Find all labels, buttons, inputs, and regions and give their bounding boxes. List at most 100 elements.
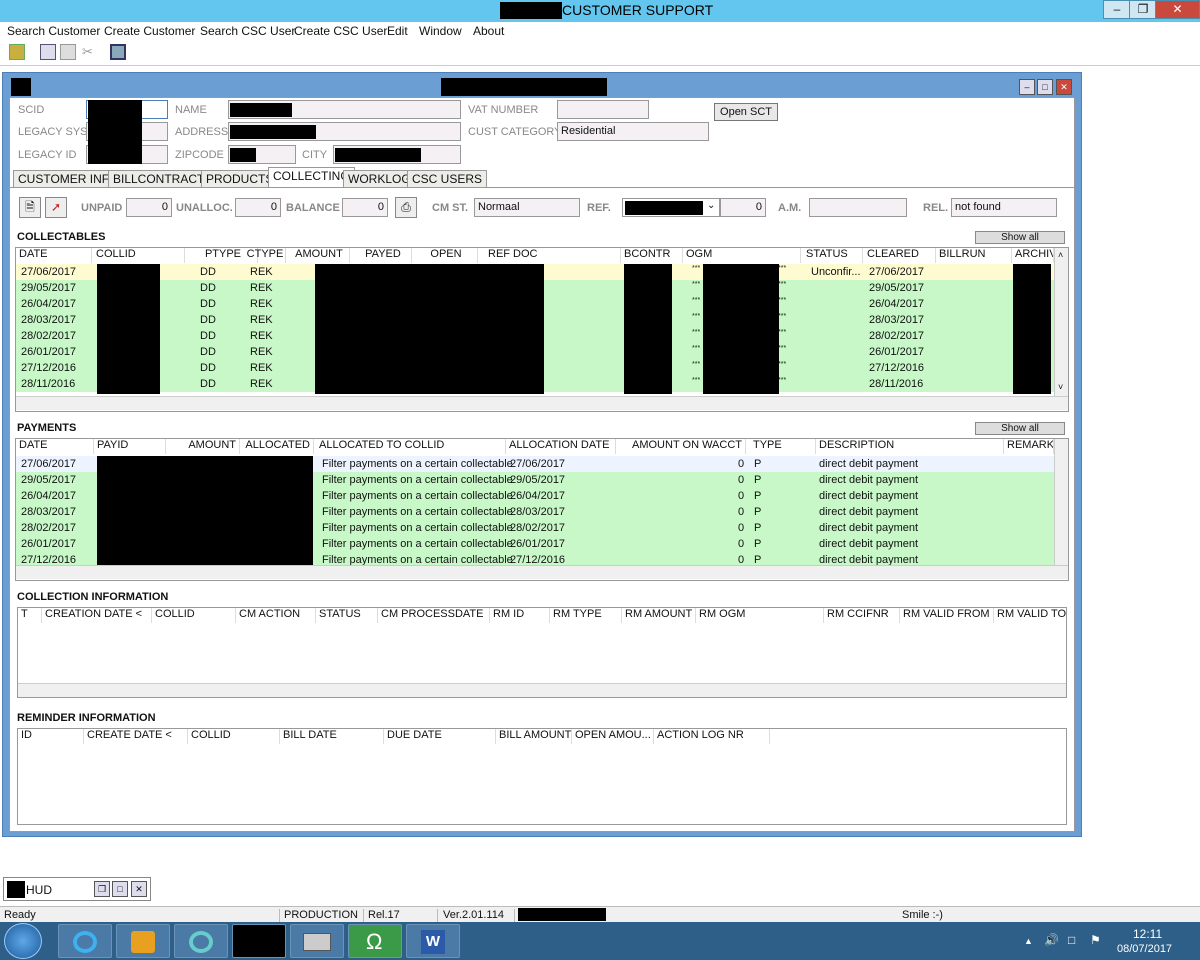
- column-header[interactable]: RM CCIFNR: [824, 608, 900, 623]
- column-header[interactable]: OPEN AMOU...: [572, 729, 654, 744]
- column-header[interactable]: CM PROCESSDATE: [378, 608, 490, 623]
- column-header[interactable]: RM AMOUNT: [622, 608, 696, 623]
- tray-arrow-icon[interactable]: ▲: [1024, 936, 1033, 946]
- scroll-down-icon[interactable]: ˅: [1058, 382, 1063, 392]
- column-header[interactable]: OGM: [683, 248, 801, 263]
- restore-button[interactable]: ❐: [1129, 0, 1157, 19]
- column-header[interactable]: CTYPE: [242, 248, 286, 263]
- column-header[interactable]: CREATION DATE <: [42, 608, 152, 623]
- column-header[interactable]: RM TYPE: [550, 608, 622, 623]
- tab-customer-info[interactable]: CUSTOMER INFO: [13, 170, 124, 188]
- child-maximize-button[interactable]: □: [1037, 79, 1053, 95]
- column-header[interactable]: RM OGM: [696, 608, 824, 623]
- ie-icon[interactable]: [58, 924, 112, 958]
- menu-create-csc-user[interactable]: Create CSC User: [294, 24, 387, 38]
- reminder-info-grid[interactable]: ID CREATE DATE < COLLID BILL DATE DUE DATE BI…: [17, 728, 1067, 825]
- child-minimize-button[interactable]: –: [1019, 79, 1035, 95]
- cut-icon[interactable]: ✂: [82, 44, 98, 60]
- tab-collecting[interactable]: COLLECTING: [268, 167, 355, 188]
- column-header[interactable]: DUE DATE: [384, 729, 496, 744]
- rel-field[interactable]: not found: [951, 198, 1057, 217]
- menu-create-customer[interactable]: Create Customer: [104, 24, 195, 38]
- tab-csc-users[interactable]: CSC USERS: [407, 170, 488, 188]
- column-header[interactable]: OPEN: [412, 248, 478, 263]
- close-button[interactable]: ✕: [1155, 0, 1200, 19]
- ie-remote-icon[interactable]: [174, 924, 228, 958]
- column-header[interactable]: RM ID: [490, 608, 550, 623]
- city-field[interactable]: [333, 145, 461, 164]
- outlook-icon[interactable]: [116, 924, 170, 958]
- cascade-icon[interactable]: [110, 44, 126, 60]
- column-header[interactable]: STATUS: [803, 248, 863, 263]
- column-header[interactable]: CM ACTION: [236, 608, 316, 623]
- unalloc-field[interactable]: 0: [235, 198, 281, 217]
- unpaid-field[interactable]: 0: [126, 198, 172, 217]
- column-header[interactable]: TYPE: [750, 439, 816, 454]
- print-icon[interactable]: ⎙: [395, 197, 417, 218]
- column-header[interactable]: AMOUNT: [166, 439, 240, 454]
- clock-time[interactable]: 12:11: [1133, 927, 1162, 941]
- tab-worklog[interactable]: WORKLOG: [343, 170, 416, 188]
- hud-restore-button[interactable]: ❐: [94, 881, 110, 897]
- column-header[interactable]: DATE: [16, 248, 92, 263]
- ref-select[interactable]: ⌄: [622, 198, 720, 217]
- tab-products[interactable]: PRODUCTS: [201, 170, 279, 188]
- column-header[interactable]: BILL DATE: [280, 729, 384, 744]
- column-header[interactable]: CLEARED: [864, 248, 936, 263]
- vertical-scrollbar[interactable]: [1054, 248, 1068, 396]
- vat-field[interactable]: [557, 100, 649, 119]
- horizontal-scrollbar[interactable]: [16, 565, 1068, 579]
- name-field[interactable]: [228, 100, 461, 119]
- menu-edit[interactable]: Edit: [387, 24, 408, 38]
- column-header[interactable]: PAYID: [94, 439, 166, 454]
- menu-about[interactable]: About: [473, 24, 504, 38]
- column-header[interactable]: DESCRIPTION: [816, 439, 1004, 454]
- column-header[interactable]: REF DOC: [485, 248, 621, 263]
- scroll-up-icon[interactable]: ˄: [1058, 250, 1063, 260]
- minimize-button[interactable]: –: [1103, 0, 1131, 19]
- column-header[interactable]: ALLOCATION DATE: [506, 439, 616, 454]
- column-header[interactable]: BILLRUN: [936, 248, 1012, 263]
- column-header[interactable]: ALLOCATED: [240, 439, 314, 454]
- column-header[interactable]: ALLOCATED TO COLLID: [316, 439, 506, 454]
- payments-show-all-button[interactable]: Show all: [975, 422, 1065, 435]
- collectables-show-all-button[interactable]: Show all: [975, 231, 1065, 244]
- column-header[interactable]: RM VALID FROM: [900, 608, 994, 623]
- network-icon[interactable]: □: [1068, 933, 1075, 947]
- column-header[interactable]: RM VALID TO: [994, 608, 1066, 623]
- pin-icon[interactable]: ➚: [45, 197, 67, 218]
- column-header[interactable]: DATE: [16, 439, 94, 454]
- remote-desktop-icon[interactable]: [290, 924, 344, 958]
- hud-window[interactable]: HUD ❐ □ ✕: [3, 877, 151, 901]
- zipcode-field[interactable]: [228, 145, 296, 164]
- column-header[interactable]: STATUS: [316, 608, 378, 623]
- column-header[interactable]: CREATE DATE <: [84, 729, 188, 744]
- payments-grid[interactable]: DATE PAYID AMOUNT ALLOCATED ALLOCATED TO COL…: [15, 438, 1069, 581]
- paste-icon[interactable]: [60, 44, 76, 60]
- horizontal-scrollbar[interactable]: [18, 683, 1066, 697]
- am-field[interactable]: [809, 198, 907, 217]
- omega-app-icon[interactable]: Ω: [348, 924, 402, 958]
- open-icon[interactable]: [9, 44, 25, 60]
- ref-value-field[interactable]: 0: [720, 198, 766, 217]
- column-header[interactable]: PAYED: [352, 248, 412, 263]
- column-header[interactable]: COLLID: [188, 729, 280, 744]
- column-header[interactable]: AMOUNT: [286, 248, 350, 263]
- clock-date[interactable]: 08/07/2017: [1117, 943, 1172, 955]
- column-header[interactable]: ACTION LOG NR: [654, 729, 770, 744]
- redacted-app-button[interactable]: [232, 924, 286, 958]
- collection-info-grid[interactable]: T CREATION DATE < COLLID CM ACTION STATUS CM …: [17, 607, 1067, 698]
- column-header[interactable]: BCONTR: [621, 248, 683, 263]
- open-sct-button[interactable]: Open SCT: [714, 103, 778, 121]
- volume-icon[interactable]: 🔊: [1044, 933, 1059, 947]
- cmst-field[interactable]: Normaal: [474, 198, 580, 217]
- menu-search-csc-user[interactable]: Search CSC User: [200, 24, 295, 38]
- word-icon[interactable]: W: [406, 924, 460, 958]
- column-header[interactable]: REMARK: [1004, 439, 1054, 454]
- hud-maximize-button[interactable]: □: [112, 881, 128, 897]
- menu-search-customer[interactable]: Search Customer: [7, 24, 100, 38]
- horizontal-scrollbar[interactable]: [16, 396, 1068, 410]
- action-center-icon[interactable]: ⚑: [1090, 933, 1101, 947]
- start-button[interactable]: [4, 923, 42, 959]
- column-header[interactable]: ID: [18, 729, 84, 744]
